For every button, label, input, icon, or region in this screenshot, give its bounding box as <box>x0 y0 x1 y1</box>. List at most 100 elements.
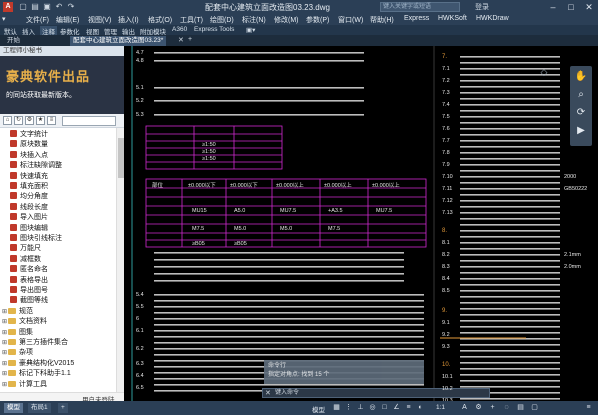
tree-folder[interactable]: ⊞ 杂项 <box>2 348 33 358</box>
menu-hwksoft[interactable]: HWKSoft <box>438 15 467 22</box>
model-space-button[interactable]: 模型 <box>312 404 325 414</box>
menu-dimension[interactable]: 标注(N) <box>242 15 266 25</box>
file-tab-close-icon[interactable]: ✕ <box>178 36 184 44</box>
tree-tool-item[interactable]: 均分角度 <box>10 192 48 202</box>
tree-tool-item[interactable]: 万能尺 <box>10 244 41 254</box>
open-file-icon[interactable]: ▤ <box>30 2 40 12</box>
tree-tool-item[interactable]: 导入图片 <box>10 213 48 223</box>
menu-view[interactable]: 视图(V) <box>88 15 111 25</box>
tree-tool-item[interactable]: 图块编辑 <box>10 223 48 234</box>
layout-tab-1[interactable]: 布局1 <box>28 403 51 413</box>
tree-tool-item[interactable]: 匿名命名 <box>10 265 48 275</box>
customize-icon[interactable]: ≡ <box>584 403 593 412</box>
settings-icon[interactable]: ⚙ <box>25 116 34 125</box>
viewcube-icon[interactable]: ◇ <box>524 52 564 92</box>
menu-insert[interactable]: 插入(I) <box>118 15 139 25</box>
layout-tab-model[interactable]: 模型 <box>4 403 23 413</box>
menu-draw[interactable]: 绘图(D) <box>210 15 234 25</box>
menu-file[interactable]: 文件(F) <box>26 15 49 25</box>
right-section-number: 7.5 <box>442 114 450 120</box>
file-tab-start[interactable]: 开始 <box>4 36 23 46</box>
tree-tool-item[interactable]: 导出图号 <box>10 286 48 296</box>
tree-tool-item[interactable]: 减框数 <box>10 254 41 265</box>
grid-icon[interactable]: ▦ <box>332 403 341 412</box>
hardware-accel-icon[interactable]: ▤ <box>516 403 525 412</box>
tree-folder[interactable]: ⊞ 豪典结构化V2015 <box>2 359 74 369</box>
tool-icon <box>10 182 17 189</box>
save-icon[interactable]: ▣ <box>42 2 52 12</box>
orbit-icon[interactable]: ⟳ <box>574 106 588 120</box>
annotation-visibility-icon[interactable]: A <box>460 403 469 412</box>
command-line[interactable]: ✕ 键入命令 <box>262 388 490 398</box>
palette-scrollbar[interactable] <box>116 128 124 406</box>
annotation-scale[interactable]: 1:1 <box>436 404 445 411</box>
command-close-icon[interactable]: ✕ <box>265 389 271 398</box>
plus-icon[interactable]: + <box>488 403 497 412</box>
menu-modify[interactable]: 修改(M) <box>274 15 299 25</box>
tree-tool-item[interactable]: 快速填充 <box>10 171 48 182</box>
tree-tool-item[interactable]: 文字统计 <box>10 130 48 140</box>
command-input[interactable]: 键入命令 <box>275 389 299 398</box>
tree-item-label: 快速填充 <box>20 172 48 180</box>
new-tab-button[interactable]: + <box>188 36 192 43</box>
ortho-icon[interactable]: ⊥ <box>356 403 365 412</box>
tree-tool-item[interactable]: 块插入点 <box>10 150 48 161</box>
new-file-icon[interactable]: ▢ <box>18 2 28 12</box>
menu-format[interactable]: 格式(O) <box>148 15 172 25</box>
menu-help[interactable]: 帮助(H) <box>370 15 394 25</box>
tree-tool-item[interactable]: 填充面积 <box>10 182 48 192</box>
list-icon[interactable]: ≡ <box>47 116 56 125</box>
menu-tools[interactable]: 工具(T) <box>180 15 203 25</box>
drawing-canvas[interactable]: ◇ ✋ ⌕ ⟳ ▶ 命令行 指定对角点: 找到 15 个 ✕ 键入命令 4.7 4… <box>124 46 598 401</box>
palette-search-input[interactable] <box>62 116 116 126</box>
ribbon-tab-express-tools[interactable]: Express Tools <box>194 26 234 33</box>
snap-icon[interactable]: ⋮ <box>344 403 353 412</box>
isolate-icon[interactable]: ◌ <box>502 403 511 412</box>
osnap-icon[interactable]: □ <box>380 403 389 412</box>
tree-tool-item[interactable]: 表格导出 <box>10 275 48 286</box>
zoom-icon[interactable]: ⌕ <box>574 88 588 102</box>
layout-tab-add[interactable]: + <box>58 403 68 413</box>
file-tab-drawing[interactable]: 配套中心建筑立面改造图03.23* <box>70 36 167 46</box>
tree-folder[interactable]: ⊞ 计算工具 <box>2 380 47 390</box>
menu-hwkdraw[interactable]: HWKDraw <box>476 15 509 22</box>
promo-banner[interactable]: 豪典软件出品 的同站获取最新版本。 <box>0 56 124 114</box>
star-icon[interactable]: ★ <box>36 116 45 125</box>
tree-folder[interactable]: ⊞ 图集 <box>2 328 33 338</box>
redo-icon[interactable]: ↷ <box>66 2 76 12</box>
showmotion-icon[interactable]: ▶ <box>574 124 588 138</box>
tree-tool-item[interactable]: 图块引线标注 <box>10 234 62 244</box>
menu-edit[interactable]: 编辑(E) <box>56 15 79 25</box>
menu-window[interactable]: 窗口(W) <box>338 15 363 25</box>
menu-express[interactable]: Express <box>404 15 429 22</box>
close-icon[interactable]: ✕ <box>580 0 598 14</box>
lineweight-icon[interactable]: ≡ <box>404 403 413 412</box>
tree-folder[interactable]: ⊞ 第三方插件集合 <box>2 338 68 348</box>
tree-folder[interactable]: ⊞ 文档资料 <box>2 317 47 327</box>
tree-tool-item[interactable]: 原块数量 <box>10 140 48 150</box>
app-logo-icon[interactable]: A <box>3 2 13 12</box>
home-icon[interactable]: ⌂ <box>3 116 12 125</box>
ribbon-toggle-icon[interactable]: ▣▾ <box>246 26 255 34</box>
tree-tool-item[interactable]: 标注缺隙调整 <box>10 161 62 171</box>
maximize-icon[interactable]: □ <box>562 0 580 14</box>
otrack-icon[interactable]: ∠ <box>392 403 401 412</box>
tree-folder[interactable]: ⊞ 标记下科助手1.1 <box>2 369 71 379</box>
spec-text-line <box>460 242 560 244</box>
pan-icon[interactable]: ✋ <box>574 70 588 84</box>
clean-screen-icon[interactable]: ▢ <box>530 403 539 412</box>
tree-folder[interactable]: ⊞ 规范 <box>2 307 33 317</box>
ribbon-tab-a360[interactable]: A360 <box>172 26 187 33</box>
search-input[interactable]: 键入关键字或短语 <box>380 2 460 12</box>
refresh-icon[interactable]: ↻ <box>14 116 23 125</box>
login-button[interactable]: 登录 <box>475 2 489 12</box>
menu-app-icon[interactable]: ▾ <box>2 15 6 23</box>
minimize-icon[interactable]: – <box>544 0 562 14</box>
workspace-icon[interactable]: ⚙ <box>474 403 483 412</box>
undo-icon[interactable]: ↶ <box>54 2 64 12</box>
menu-parametric[interactable]: 参数(P) <box>306 15 329 25</box>
tree-tool-item[interactable]: 截图等线 <box>10 296 48 306</box>
tree-tool-item[interactable]: 线段长度 <box>10 202 48 213</box>
transparency-icon[interactable]: ◐ <box>416 403 425 412</box>
polar-icon[interactable]: ◎ <box>368 403 377 412</box>
